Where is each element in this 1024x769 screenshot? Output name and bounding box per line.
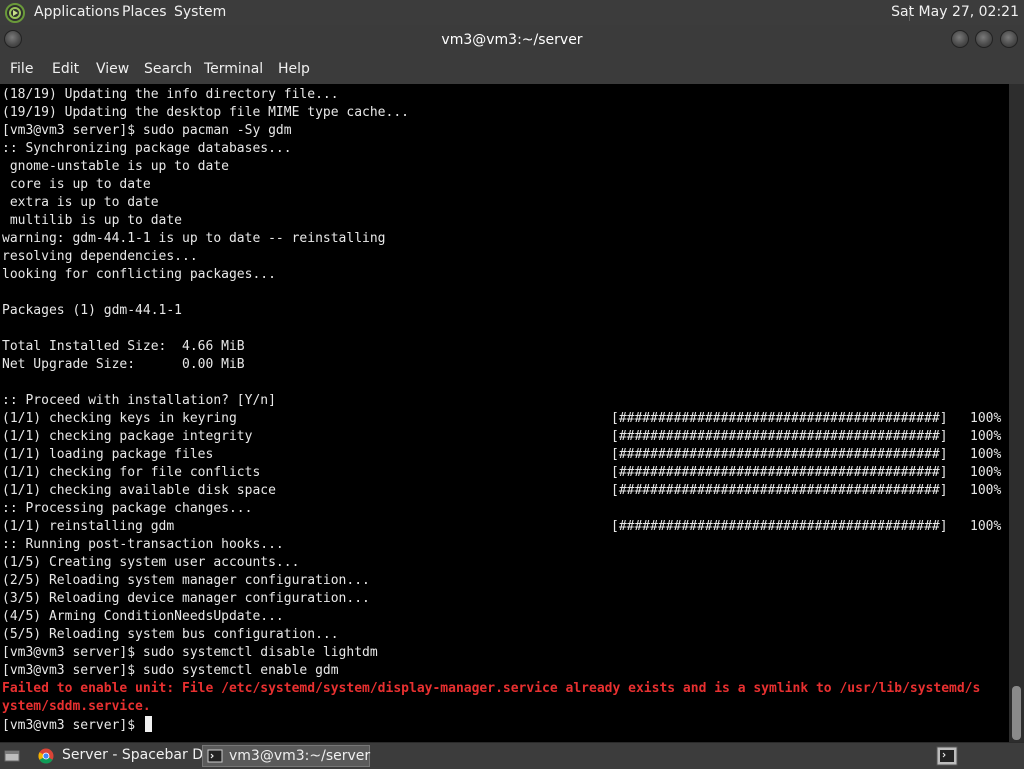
terminal-line: resolving dependencies... <box>2 249 198 264</box>
terminal-line: Total Installed Size: 4.66 MiB <box>2 339 245 354</box>
progress-bar: [#######################################… <box>611 483 948 498</box>
show-desktop-icon[interactable] <box>4 748 20 764</box>
scrollbar-thumb[interactable] <box>1012 686 1021 740</box>
terminal-line: (1/1) reinstalling gdm <box>2 519 175 534</box>
progress-percent: 100% <box>970 447 1002 462</box>
distro-logo-icon[interactable] <box>5 3 25 23</box>
terminal-line: looking for conflicting packages... <box>2 267 276 282</box>
menu-view[interactable]: View <box>96 61 129 77</box>
terminal-line: [vm3@vm3 server]$ sudo pacman -Sy gdm <box>2 123 292 138</box>
terminal-line: core is up to date <box>2 177 151 192</box>
terminal-line: :: Proceed with installation? [Y/n] <box>2 393 276 408</box>
clock[interactable]: Sat May 27, 02:21 <box>891 4 1019 20</box>
maximize-button[interactable] <box>975 30 993 48</box>
progress-bar: [#######################################… <box>611 519 948 534</box>
terminal-error-line: Failed to enable unit: File /etc/systemd… <box>2 681 981 696</box>
progress-percent: 100% <box>970 429 1002 444</box>
progress-bar: [#######################################… <box>611 411 948 426</box>
terminal-line: :: Processing package changes... <box>2 501 253 516</box>
workspace-switcher-icon[interactable] <box>936 746 958 766</box>
window-titlebar[interactable]: vm3@vm3:~/server <box>0 25 1024 55</box>
terminal-line: (19/19) Updating the desktop file MIME t… <box>2 105 409 120</box>
taskbar-item-label: vm3@vm3:~/server <box>229 748 371 764</box>
terminal-output[interactable]: (18/19) Updating the info directory file… <box>0 84 1009 742</box>
terminal-line: Net Upgrade Size: 0.00 MiB <box>2 357 245 372</box>
menu-applications[interactable]: Applications <box>34 4 120 20</box>
terminal-scrollbar[interactable] <box>1009 84 1024 742</box>
window-title: vm3@vm3:~/server <box>441 32 583 48</box>
progress-bar: [#######################################… <box>611 447 948 462</box>
terminal-line: (4/5) Arming ConditionNeedsUpdate... <box>2 609 284 624</box>
terminal-line: (3/5) Reloading device manager configura… <box>2 591 370 606</box>
progress-bar: [#######################################… <box>611 429 948 444</box>
terminal-line: (1/5) Creating system user accounts... <box>2 555 300 570</box>
terminal-error-line: ystem/sddm.service. <box>2 699 151 714</box>
terminal-line: (1/1) checking package integrity <box>2 429 253 444</box>
chrome-icon <box>38 748 54 764</box>
terminal-line: Packages (1) gdm-44.1-1 <box>2 303 183 318</box>
terminal-line: (18/19) Updating the info directory file… <box>2 87 339 102</box>
terminal-icon <box>207 749 223 763</box>
terminal-line: (2/5) Reloading system manager configura… <box>2 573 370 588</box>
taskbar-item-terminal[interactable]: vm3@vm3:~/server <box>202 745 370 767</box>
terminal-line: warning: gdm-44.1-1 is up to date -- rei… <box>2 231 386 246</box>
terminal-line: extra is up to date <box>2 195 159 210</box>
menu-terminal[interactable]: Terminal <box>204 61 263 77</box>
menu-help[interactable]: Help <box>278 61 310 77</box>
bottom-panel: Server - Spacebar D... vm3@vm3:~/server <box>0 742 1024 769</box>
minimize-button[interactable] <box>951 30 969 48</box>
text-cursor <box>144 716 152 732</box>
terminal-line: :: Synchronizing package databases... <box>2 141 292 156</box>
menu-search[interactable]: Search <box>144 61 192 77</box>
terminal-line: gnome-unstable is up to date <box>2 159 229 174</box>
terminal-line: (5/5) Reloading system bus configuration… <box>2 627 339 642</box>
taskbar-item-label: Server - Spacebar D... <box>62 747 217 763</box>
top-panel: Applications Places System Sat May 27, 0… <box>0 0 1024 26</box>
terminal-line: (1/1) checking available disk space <box>2 483 276 498</box>
taskbar-item-browser[interactable]: Server - Spacebar D... <box>36 745 216 767</box>
close-button[interactable] <box>1000 30 1018 48</box>
terminal-line: (1/1) checking keys in keyring <box>2 411 237 426</box>
terminal-line: (1/1) loading package files <box>2 447 214 462</box>
progress-percent: 100% <box>970 411 1002 426</box>
terminal-line: [vm3@vm3 server]$ sudo systemctl enable … <box>2 663 339 678</box>
progress-percent: 100% <box>970 465 1002 480</box>
prompt-text: [vm3@vm3 server]$ <box>2 718 143 733</box>
menu-edit[interactable]: Edit <box>52 61 79 77</box>
menu-system[interactable]: System <box>174 4 226 20</box>
progress-percent: 100% <box>970 483 1002 498</box>
terminal-line: multilib is up to date <box>2 213 183 228</box>
menu-places[interactable]: Places <box>122 4 167 20</box>
progress-bar: [#######################################… <box>611 465 948 480</box>
terminal-prompt-line: [vm3@vm3 server]$ <box>2 716 152 734</box>
terminal-menubar: File Edit View Search Terminal Help <box>0 55 1024 85</box>
terminal-line: [vm3@vm3 server]$ sudo systemctl disable… <box>2 645 378 660</box>
progress-percent: 100% <box>970 519 1002 534</box>
terminal-line: :: Running post-transaction hooks... <box>2 537 284 552</box>
terminal-line: (1/1) checking for file conflicts <box>2 465 261 480</box>
menu-file[interactable]: File <box>10 61 33 77</box>
